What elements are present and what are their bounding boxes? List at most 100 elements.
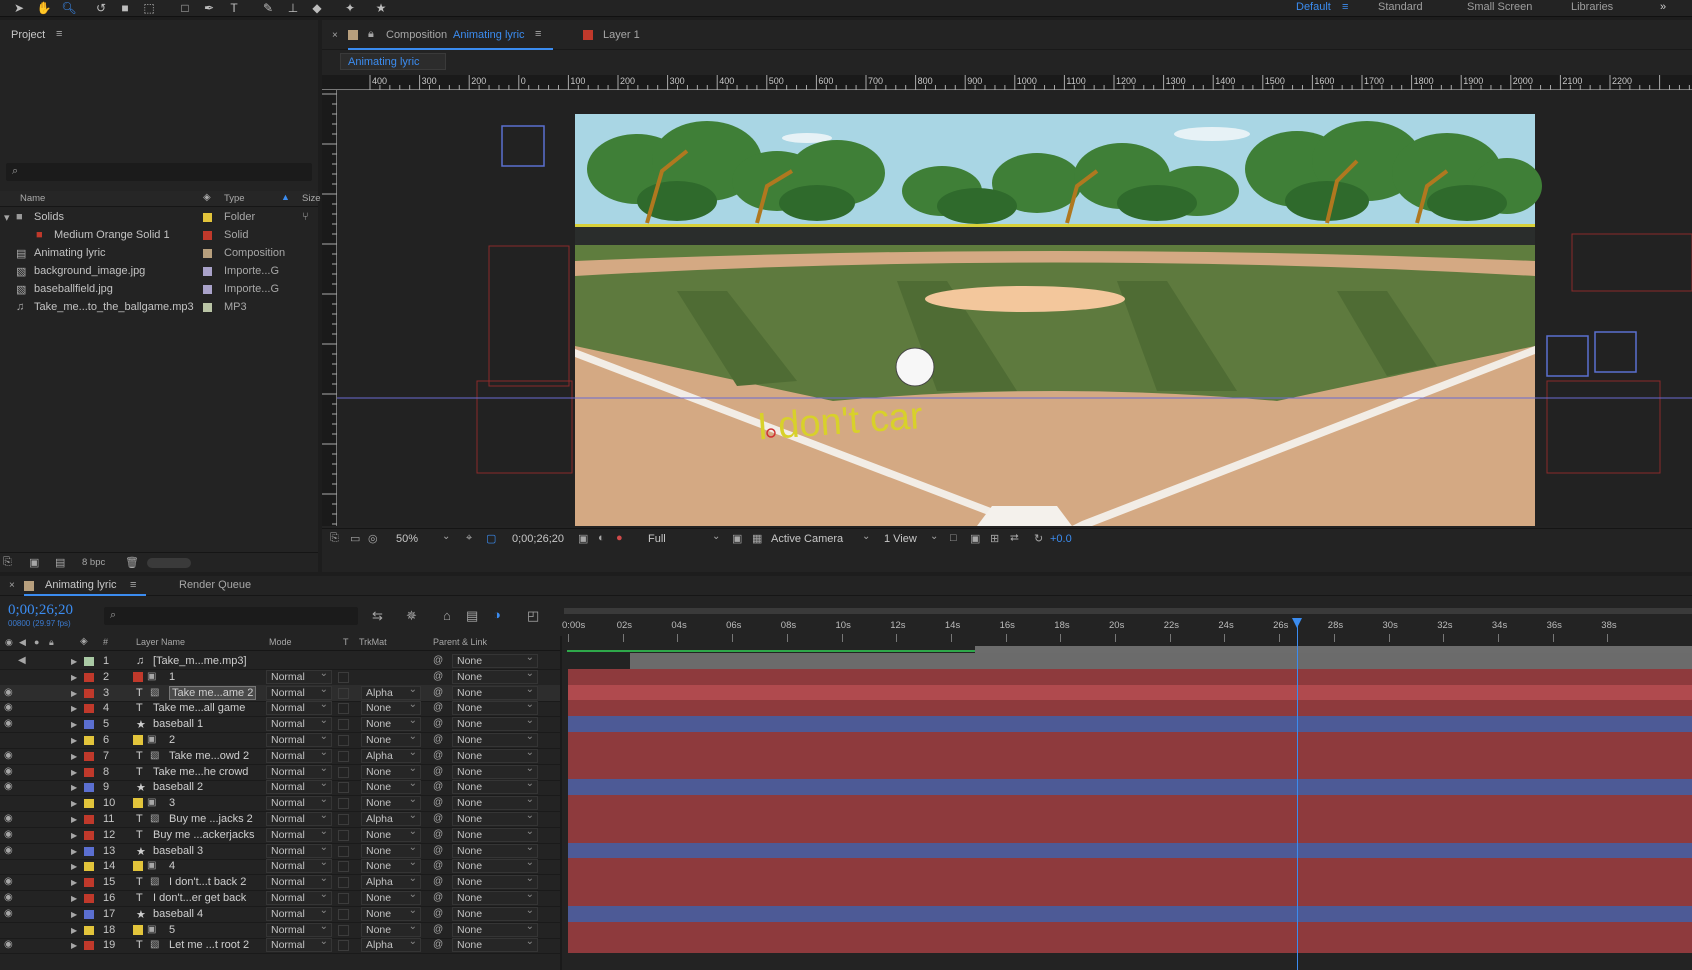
show-snapshot-icon[interactable]: ◐ xyxy=(598,532,605,544)
layer-label-swatch[interactable] xyxy=(84,815,94,824)
puppet-tool-icon[interactable]: ★ xyxy=(372,0,390,16)
panel-menu-icon[interactable]: ≡ xyxy=(535,28,541,40)
lock-icon[interactable]: 🔒︎ xyxy=(368,28,374,41)
exposure-value[interactable]: +0.0 xyxy=(1050,533,1072,545)
track-matte-dropdown[interactable]: Alpha xyxy=(361,873,421,890)
pick-whip-icon[interactable]: @ xyxy=(433,687,443,698)
composition-mini-flowchart-icon[interactable]: ⇆ xyxy=(372,608,383,624)
pick-whip-icon[interactable]: @ xyxy=(433,655,443,666)
label-color-swatch[interactable] xyxy=(203,267,212,276)
rectangle-tool-icon[interactable]: □ xyxy=(176,0,194,16)
expand-triangle-icon[interactable]: ▶ xyxy=(71,689,77,698)
layer-mode-dropdown[interactable]: Normal xyxy=(266,763,332,779)
layer-row[interactable]: ◉ ▶ 17 ★ baseball 4 Normal None @ None xyxy=(0,905,560,923)
layer-mode-dropdown[interactable]: Normal xyxy=(266,905,332,921)
layer-name[interactable]: 4 xyxy=(169,860,175,872)
layer-mode-dropdown[interactable]: Normal xyxy=(266,684,332,700)
eye-icon[interactable]: ◉ xyxy=(4,876,13,887)
eye-icon[interactable]: ◉ xyxy=(4,908,13,919)
track-matte-dropdown[interactable]: None xyxy=(361,794,421,811)
layer-duration-bar[interactable] xyxy=(568,811,1692,827)
layer-row[interactable]: ◉ ▶ 4 T Take me...all game Normal None @ None xyxy=(0,699,560,718)
track-matte-dropdown[interactable]: None xyxy=(361,857,421,874)
track-matte-dropdown[interactable]: Alpha xyxy=(361,747,421,763)
layer-duration-bar[interactable] xyxy=(568,842,1692,859)
layer-duration-bar[interactable] xyxy=(568,716,1692,733)
track-matte-dropdown[interactable]: None xyxy=(361,699,421,716)
layer-row[interactable]: ▶ 18 ▣ 5 Normal None @ None xyxy=(0,921,560,939)
preserve-transparency-checkbox[interactable] xyxy=(338,861,349,873)
mask-visibility-icon[interactable]: ◎ xyxy=(368,532,378,545)
flowchart-icon[interactable]: ⑂ xyxy=(302,211,309,223)
workspace-default[interactable]: Default xyxy=(1296,1,1331,13)
layer-duration-bar[interactable] xyxy=(568,858,1692,875)
layer-name[interactable]: baseball 3 xyxy=(153,845,203,857)
camera-dropdown[interactable]: Active Camera xyxy=(771,533,843,545)
comp-breadcrumb[interactable]: Animating lyric xyxy=(340,53,446,70)
workspace-menu-icon[interactable]: ≡ xyxy=(1342,1,1348,13)
layer-row[interactable]: ◉ ▶ 3 T ▧ Take me...ame 2 Normal Alpha @ None xyxy=(0,684,560,702)
layer-row[interactable]: ◉ ▶ 16 T I don't...er get back Normal None @ Non… xyxy=(0,889,560,907)
preserve-transparency-checkbox[interactable] xyxy=(338,782,349,794)
eye-icon[interactable]: ◉ xyxy=(4,829,13,840)
current-time-display[interactable]: 0;00;26;20 xyxy=(512,533,564,545)
preserve-transparency-checkbox[interactable] xyxy=(338,703,349,715)
track-matte-dropdown[interactable]: None xyxy=(361,731,421,747)
parent-dropdown[interactable]: None xyxy=(452,889,538,905)
eye-icon[interactable]: ◉ xyxy=(4,845,13,856)
layer-label-swatch[interactable] xyxy=(84,672,94,682)
trash-icon[interactable]: 🗑︎ xyxy=(125,556,139,569)
track-matte-dropdown[interactable]: None xyxy=(361,763,421,779)
pick-whip-icon[interactable]: @ xyxy=(433,829,443,840)
layer-label-swatch[interactable] xyxy=(84,894,94,903)
expand-triangle-icon[interactable]: ▶ xyxy=(71,926,77,935)
parent-dropdown[interactable]: None xyxy=(452,684,538,700)
label-color-swatch[interactable] xyxy=(203,249,212,258)
timeline-tab[interactable]: Animating lyric xyxy=(45,579,117,591)
clone-stamp-tool-icon[interactable]: ⊥ xyxy=(284,0,302,16)
layer-name[interactable]: [Take_m...me.mp3] xyxy=(153,655,247,667)
track-matte-dropdown[interactable]: None xyxy=(361,842,421,858)
chevron-down-icon[interactable]: ⌄ xyxy=(712,531,720,542)
layer-row[interactable]: ◉ ▶ 8 T Take me...he crowd Normal None @ None xyxy=(0,763,560,781)
selection-tool-icon[interactable]: ➤ xyxy=(10,0,28,16)
expand-triangle-icon[interactable]: ▶ xyxy=(71,831,77,840)
panel-divider[interactable] xyxy=(560,636,562,970)
layer-label-swatch[interactable] xyxy=(84,751,94,761)
layer-row[interactable]: ◀ ▶ 1 ♫ [Take_m...me.mp3] @ None xyxy=(0,652,560,670)
playhead-handle[interactable] xyxy=(1292,618,1303,628)
parent-dropdown[interactable]: None xyxy=(452,826,538,842)
layer-label-swatch[interactable] xyxy=(84,878,94,888)
audio-switch-icon[interactable]: ◀ xyxy=(18,655,26,666)
layer-label-swatch[interactable] xyxy=(84,783,94,793)
parent-dropdown[interactable]: None xyxy=(452,810,538,826)
transparency-grid-icon[interactable]: ▦ xyxy=(752,532,762,545)
hand-tool-icon[interactable]: ✋ xyxy=(35,0,53,16)
graph-editor-icon[interactable]: ◰ xyxy=(527,608,539,624)
hide-shy-layers-icon[interactable]: ⌂ xyxy=(443,608,451,623)
parent-dropdown[interactable]: None xyxy=(452,778,538,795)
video-switch-icon[interactable]: ◉ xyxy=(5,637,13,648)
preserve-transparency-checkbox[interactable] xyxy=(338,798,349,810)
preserve-transparency-checkbox[interactable] xyxy=(338,766,349,778)
column-parent[interactable]: Parent & Link xyxy=(433,637,487,647)
chevron-down-icon[interactable]: ⌄ xyxy=(442,531,450,542)
preserve-transparency-checkbox[interactable] xyxy=(338,671,349,683)
fast-previews-icon[interactable]: ▣ xyxy=(732,532,742,545)
motion-blur-icon[interactable]: ◑ xyxy=(493,607,501,622)
comp-viewer[interactable]: I don't car xyxy=(337,91,1692,526)
eye-icon[interactable]: ◉ xyxy=(4,750,13,761)
layer-name[interactable]: Let me ...t root 2 xyxy=(169,939,249,951)
eye-icon[interactable]: ◉ xyxy=(4,766,13,777)
eye-icon[interactable]: ◉ xyxy=(4,781,13,792)
zoom-tool-icon[interactable]: 🔍︎ xyxy=(60,0,78,16)
layer-name[interactable]: Take me...all game xyxy=(153,702,245,714)
type-tool-icon[interactable]: T xyxy=(225,0,243,16)
layer-duration-bar[interactable] xyxy=(568,826,1692,843)
fit-icon[interactable]: ⌖ xyxy=(466,532,472,545)
layer-label-swatch[interactable] xyxy=(84,909,94,919)
eye-icon[interactable]: ◉ xyxy=(4,813,13,824)
layer-label-swatch[interactable] xyxy=(84,704,94,714)
panel-menu-icon[interactable]: ≡ xyxy=(56,28,62,40)
playhead[interactable] xyxy=(1292,618,1303,970)
